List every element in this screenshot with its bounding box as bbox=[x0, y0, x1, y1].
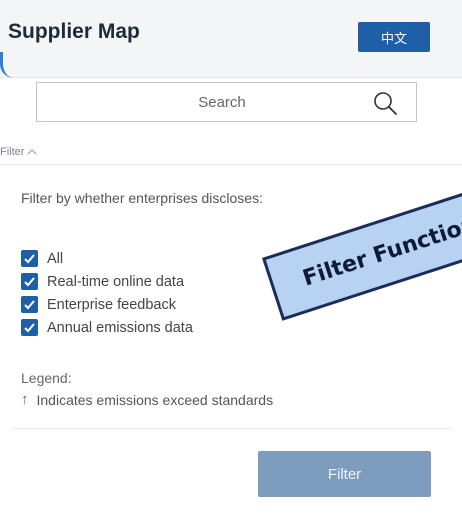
filter-description: Filter by whether enterprises discloses: bbox=[21, 190, 263, 206]
filter-option-all[interactable]: All bbox=[21, 247, 193, 270]
search-input[interactable] bbox=[37, 83, 367, 121]
filter-toggle[interactable]: Filter bbox=[0, 146, 37, 158]
checkbox[interactable] bbox=[21, 296, 38, 313]
filter-options: All Real-time online data Enterprise fee… bbox=[21, 247, 193, 339]
checkmark-icon bbox=[24, 300, 35, 310]
callout-text: Filter Function bbox=[299, 211, 462, 292]
filter-toggle-label: Filter bbox=[0, 146, 25, 158]
filter-option-label: All bbox=[47, 250, 64, 267]
filter-function-callout: Filter Function bbox=[262, 182, 462, 321]
legend-label: Legend: bbox=[21, 370, 72, 386]
filter-option-realtime[interactable]: Real-time online data bbox=[21, 270, 193, 293]
legend-item: ↑ Indicates emissions exceed standards bbox=[21, 391, 273, 408]
checkmark-icon bbox=[24, 254, 35, 264]
panel-header: Supplier Map 中文 bbox=[0, 0, 462, 78]
filter-divider bbox=[0, 164, 462, 165]
supplier-map-panel: Supplier Map 中文 Filter Filter by whether… bbox=[0, 0, 462, 519]
language-toggle-button[interactable]: 中文 bbox=[358, 22, 430, 52]
footer-divider bbox=[12, 428, 452, 429]
filter-option-label: Real-time online data bbox=[47, 273, 185, 290]
checkbox[interactable] bbox=[21, 273, 38, 290]
checkbox[interactable] bbox=[21, 250, 38, 267]
filter-option-feedback[interactable]: Enterprise feedback bbox=[21, 293, 193, 316]
up-arrow-icon: ↑ bbox=[21, 391, 29, 408]
filter-option-label: Annual emissions data bbox=[47, 319, 193, 336]
page-title: Supplier Map bbox=[8, 20, 140, 43]
search-box bbox=[36, 82, 417, 122]
header-accent bbox=[0, 52, 14, 78]
legend-item-text: Indicates emissions exceed standards bbox=[36, 391, 274, 408]
search-icon[interactable] bbox=[372, 90, 398, 116]
checkmark-icon bbox=[24, 277, 35, 287]
filter-option-annual[interactable]: Annual emissions data bbox=[21, 316, 193, 339]
checkmark-icon bbox=[24, 323, 35, 333]
filter-option-label: Enterprise feedback bbox=[47, 296, 176, 313]
chevron-up-icon bbox=[28, 149, 37, 155]
checkbox[interactable] bbox=[21, 319, 38, 336]
filter-submit-button[interactable]: Filter bbox=[258, 451, 431, 497]
